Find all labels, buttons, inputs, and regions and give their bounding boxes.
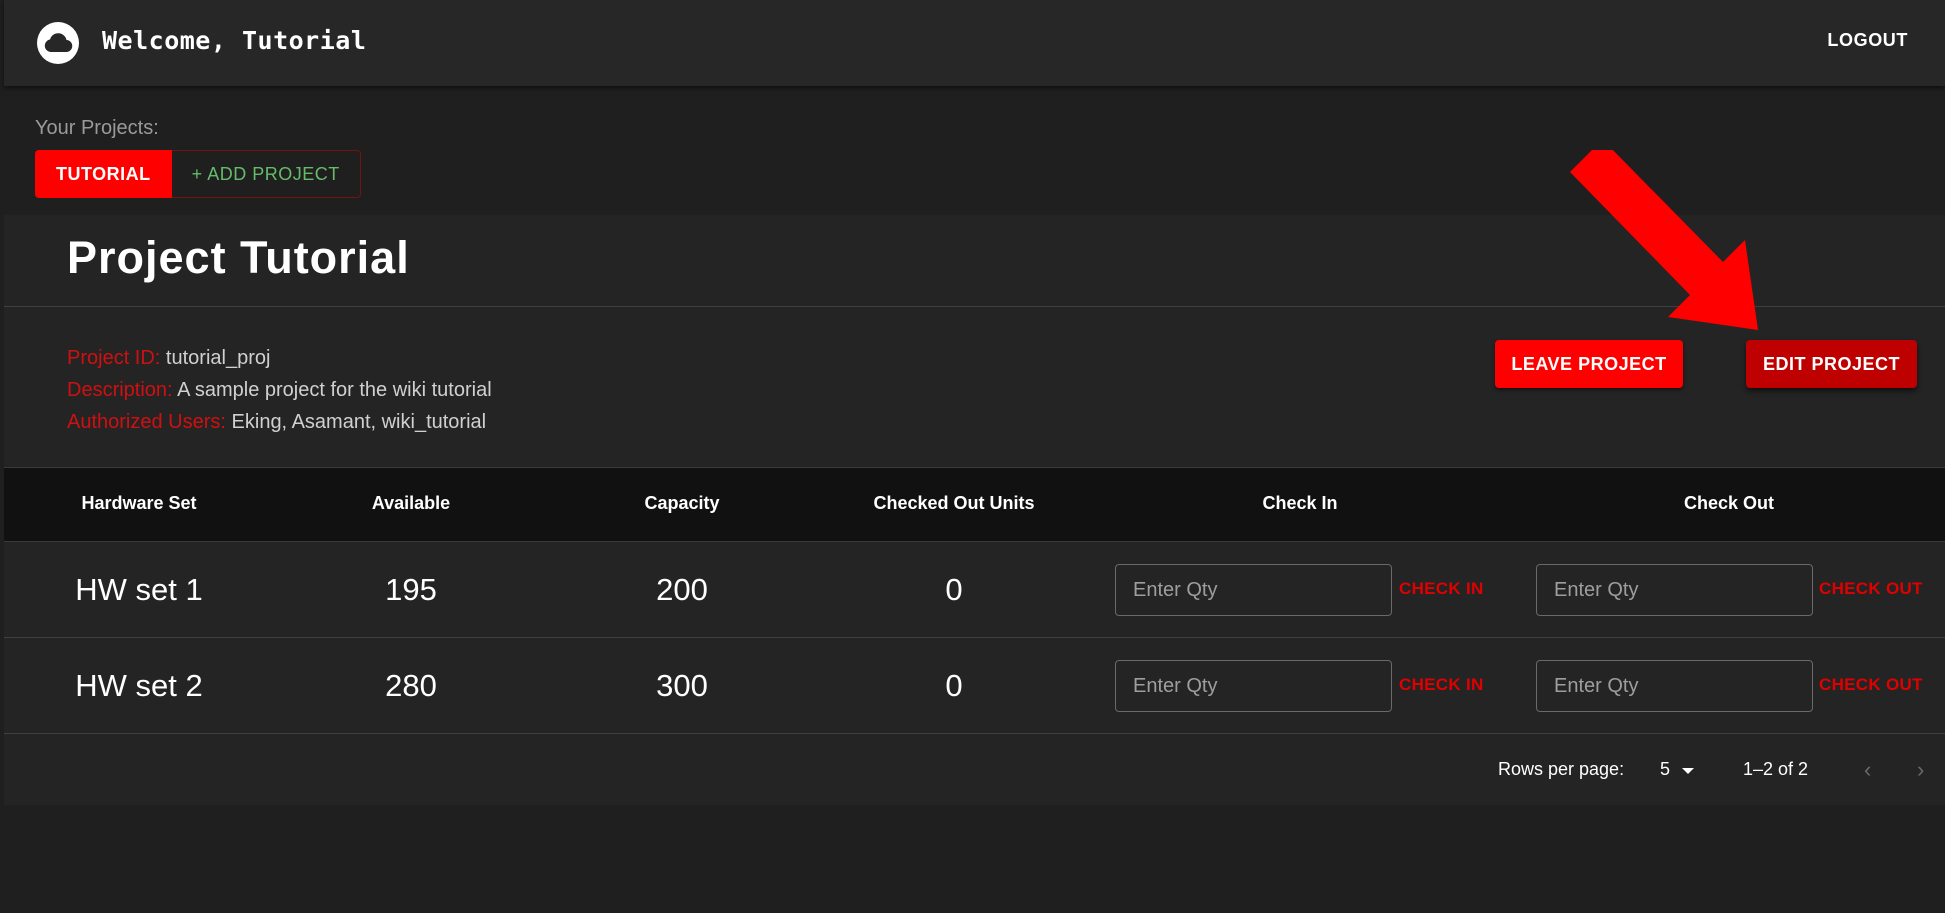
project-info: Project ID: tutorial_proj Description: A… bbox=[67, 342, 492, 438]
capacity-value: 200 bbox=[656, 571, 708, 607]
project-card: Project Tutorial Project ID: tutorial_pr… bbox=[4, 215, 1945, 805]
edit-project-button[interactable]: EDIT PROJECT bbox=[1746, 340, 1917, 388]
table-pagination: Rows per page: 5 1–2 of 2 ‹ › bbox=[4, 737, 1945, 805]
description-row: Description: A sample project for the wi… bbox=[67, 374, 492, 406]
add-project-button[interactable]: + ADD PROJECT bbox=[171, 150, 361, 198]
page-range: 1–2 of 2 bbox=[1743, 759, 1809, 779]
hardware-set-name: HW set 1 bbox=[75, 571, 203, 607]
project-tab-tutorial[interactable]: TUTORIAL bbox=[35, 150, 172, 198]
authorized-users-label: Authorized Users: bbox=[67, 411, 226, 433]
authorized-users-row: Authorized Users: Eking, Asamant, wiki_t… bbox=[67, 406, 492, 438]
app-title: Welcome, Tutorial bbox=[102, 26, 367, 55]
check-out-qty-input[interactable] bbox=[1536, 660, 1813, 712]
table-header: Hardware Set Available Capacity Checked … bbox=[4, 467, 1945, 542]
check-in-qty-input[interactable] bbox=[1115, 564, 1392, 616]
description-value: A sample project for the wiki tutorial bbox=[177, 379, 492, 401]
leave-project-button[interactable]: LEAVE PROJECT bbox=[1495, 340, 1683, 388]
app-bar: Welcome, Tutorial LOGOUT bbox=[4, 0, 1945, 86]
check-in-button[interactable]: CHECK IN bbox=[1399, 675, 1484, 695]
authorized-users-value: Eking, Asamant, wiki_tutorial bbox=[231, 411, 487, 433]
header-hardware-set: Hardware Set bbox=[81, 493, 197, 513]
chevron-left-icon[interactable]: ‹ bbox=[1864, 757, 1871, 783]
description-label: Description: bbox=[67, 379, 173, 401]
caret-down-icon[interactable] bbox=[1682, 768, 1694, 774]
hardware-set-name: HW set 2 bbox=[75, 667, 203, 703]
available-value: 280 bbox=[385, 667, 437, 703]
check-out-qty-input[interactable] bbox=[1536, 564, 1813, 616]
check-in-qty-input[interactable] bbox=[1115, 660, 1392, 712]
logout-button[interactable]: LOGOUT bbox=[1827, 30, 1908, 51]
project-id-value: tutorial_proj bbox=[165, 347, 271, 369]
checked-out-value: 0 bbox=[945, 571, 963, 607]
project-id-row: Project ID: tutorial_proj bbox=[67, 342, 492, 374]
header-check-out: Check Out bbox=[1683, 493, 1775, 513]
project-id-label: Project ID: bbox=[67, 347, 161, 369]
your-projects-label: Your Projects: bbox=[35, 117, 159, 139]
capacity-value: 300 bbox=[656, 667, 708, 703]
rows-per-page-label: Rows per page: bbox=[1498, 759, 1625, 779]
rows-per-page-select[interactable]: 5 bbox=[1660, 759, 1670, 780]
table-row: HW set 2 280 300 0 CHECK IN CHECK OUT bbox=[4, 638, 1945, 734]
header-check-in: Check In bbox=[1262, 493, 1338, 513]
checked-out-value: 0 bbox=[945, 667, 963, 703]
project-tabs: TUTORIAL + ADD PROJECT bbox=[35, 150, 361, 198]
header-checked-out-units: Checked Out Units bbox=[873, 493, 1035, 513]
project-title: Project Tutorial bbox=[67, 232, 410, 283]
divider bbox=[4, 306, 1945, 307]
header-capacity: Capacity bbox=[644, 493, 720, 513]
check-out-button[interactable]: CHECK OUT bbox=[1819, 579, 1923, 599]
chevron-right-icon[interactable]: › bbox=[1917, 757, 1924, 783]
table-row: HW set 1 195 200 0 CHECK IN CHECK OUT bbox=[4, 542, 1945, 638]
hardware-table: Hardware Set Available Capacity Checked … bbox=[4, 467, 1945, 734]
available-value: 195 bbox=[385, 571, 437, 607]
header-available: Available bbox=[371, 493, 451, 513]
cloud-icon bbox=[37, 22, 79, 64]
check-in-button[interactable]: CHECK IN bbox=[1399, 579, 1484, 599]
check-out-button[interactable]: CHECK OUT bbox=[1819, 675, 1923, 695]
